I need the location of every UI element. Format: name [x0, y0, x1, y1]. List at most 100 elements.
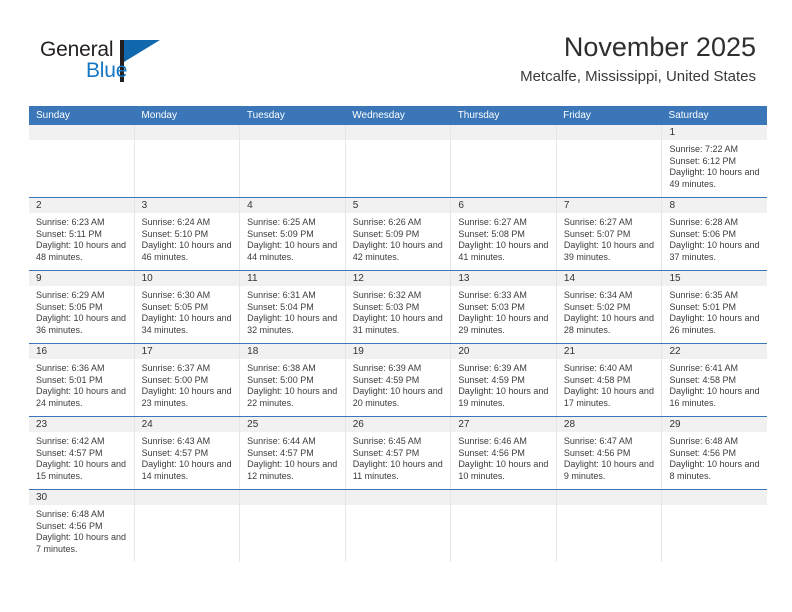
general-blue-logo[interactable]: General Blue [40, 38, 190, 90]
sun-info: Sunrise: 6:27 AM Sunset: 5:08 PM Daylight:… [451, 213, 556, 268]
daylight-text: Daylight: 10 hours and 41 minutes. [458, 240, 549, 262]
day-cell[interactable]: 27 Sunrise: 6:46 AM Sunset: 4:56 PM Dayligh… [451, 417, 557, 489]
day-cell-empty [240, 125, 346, 197]
page-title: November 2025 [563, 32, 756, 62]
daylight-text: Daylight: 10 hours and 7 minutes. [36, 532, 127, 554]
day-cell[interactable]: 16 Sunrise: 6:36 AM Sunset: 5:01 PM Dayligh… [29, 344, 135, 416]
sunset-text: Sunset: 5:01 PM [36, 374, 103, 385]
day-cell[interactable]: 22 Sunrise: 6:41 AM Sunset: 4:58 PM Dayligh… [662, 344, 768, 416]
sunset-text: Sunset: 5:00 PM [247, 374, 314, 385]
day-number: 12 [345, 271, 451, 286]
day-cell[interactable]: 1 Sunrise: 7:22 AM Sunset: 6:12 PM Daylight… [662, 125, 768, 197]
sunrise-text: Sunrise: 6:47 AM [563, 436, 633, 446]
day-cell[interactable]: 3 Sunrise: 6:24 AM Sunset: 5:10 PM Daylight… [134, 198, 241, 270]
day-number: 29 [662, 417, 768, 432]
sunrise-text: Sunrise: 6:31 AM [247, 290, 316, 300]
sunrise-text: Sunrise: 6:24 AM [141, 217, 211, 227]
day-cell-empty [345, 125, 452, 197]
day-cell[interactable]: 9 Sunrise: 6:29 AM Sunset: 5:05 PM Daylight… [29, 271, 135, 343]
daylight-text: Daylight: 10 hours and 16 minutes. [669, 386, 760, 408]
logo-triangle-icon [124, 40, 160, 62]
day-number: 19 [345, 344, 451, 359]
day-cell[interactable]: 4 Sunrise: 6:25 AM Sunset: 5:09 PM Daylight… [240, 198, 346, 270]
day-cell[interactable]: 17 Sunrise: 6:37 AM Sunset: 5:00 PM Dayligh… [134, 344, 241, 416]
day-cell[interactable]: 19 Sunrise: 6:39 AM Sunset: 4:59 PM Dayligh… [345, 344, 452, 416]
day-cell[interactable]: 23 Sunrise: 6:42 AM Sunset: 4:57 PM Dayligh… [29, 417, 135, 489]
day-cell[interactable]: 12 Sunrise: 6:32 AM Sunset: 5:03 PM Dayligh… [345, 271, 452, 343]
day-cell[interactable]: 24 Sunrise: 6:43 AM Sunset: 4:57 PM Dayligh… [134, 417, 241, 489]
day-number: 4 [240, 198, 345, 213]
daylight-text: Daylight: 10 hours and 36 minutes. [36, 313, 127, 335]
weekday-friday: Friday [563, 110, 591, 121]
day-cell[interactable]: 2 Sunrise: 6:23 AM Sunset: 5:11 PM Daylight… [29, 198, 135, 270]
daylight-text: Daylight: 10 hours and 44 minutes. [247, 240, 338, 262]
day-number: 5 [345, 198, 451, 213]
day-number [134, 125, 240, 140]
sunrise-text: Sunrise: 6:28 AM [669, 217, 739, 227]
day-cell[interactable]: 20 Sunrise: 6:39 AM Sunset: 4:59 PM Dayligh… [451, 344, 557, 416]
day-cell[interactable]: 28 Sunrise: 6:47 AM Sunset: 4:56 PM Dayligh… [556, 417, 663, 489]
week-row: 23 Sunrise: 6:42 AM Sunset: 4:57 PM Dayligh… [29, 417, 768, 490]
sun-info: Sunrise: 6:36 AM Sunset: 5:01 PM Daylight:… [29, 359, 134, 414]
daylight-text: Daylight: 10 hours and 8 minutes. [669, 459, 760, 481]
sun-info: Sunrise: 6:25 AM Sunset: 5:09 PM Daylight:… [240, 213, 345, 268]
daylight-text: Daylight: 10 hours and 49 minutes. [669, 167, 760, 189]
day-cell[interactable]: 18 Sunrise: 6:38 AM Sunset: 5:00 PM Dayligh… [240, 344, 346, 416]
day-cell[interactable]: 13 Sunrise: 6:33 AM Sunset: 5:03 PM Dayligh… [451, 271, 557, 343]
daylight-text: Daylight: 10 hours and 11 minutes. [352, 459, 443, 481]
sunrise-text: Sunrise: 6:43 AM [141, 436, 211, 446]
week-row: 9 Sunrise: 6:29 AM Sunset: 5:05 PM Daylight… [29, 271, 768, 344]
sunrise-text: Sunrise: 6:23 AM [36, 217, 105, 227]
day-cell[interactable]: 15 Sunrise: 6:35 AM Sunset: 5:01 PM Dayligh… [662, 271, 768, 343]
day-cell-empty [451, 490, 557, 562]
daylight-text: Daylight: 10 hours and 32 minutes. [247, 313, 338, 335]
day-cell[interactable]: 5 Sunrise: 6:26 AM Sunset: 5:09 PM Daylight… [345, 198, 452, 270]
daylight-text: Daylight: 10 hours and 26 minutes. [669, 313, 760, 335]
day-number: 1 [662, 125, 768, 140]
day-cell[interactable]: 11 Sunrise: 6:31 AM Sunset: 5:04 PM Dayligh… [240, 271, 346, 343]
day-number: 27 [451, 417, 556, 432]
day-number: 8 [662, 198, 768, 213]
sunset-text: Sunset: 4:56 PM [36, 520, 103, 531]
sun-info: Sunrise: 6:48 AM Sunset: 4:56 PM Daylight:… [29, 505, 134, 560]
weekday-saturday: Saturday [668, 110, 709, 121]
day-cell[interactable]: 26 Sunrise: 6:45 AM Sunset: 4:57 PM Dayligh… [345, 417, 452, 489]
day-number: 18 [240, 344, 345, 359]
daylight-text: Daylight: 10 hours and 17 minutes. [563, 386, 654, 408]
sunrise-text: Sunrise: 6:39 AM [352, 363, 422, 373]
day-number: 7 [556, 198, 662, 213]
sunrise-text: Sunrise: 6:41 AM [669, 363, 739, 373]
day-number: 17 [134, 344, 240, 359]
day-number: 25 [240, 417, 345, 432]
day-cell[interactable]: 14 Sunrise: 6:34 AM Sunset: 5:02 PM Dayligh… [556, 271, 663, 343]
day-cell[interactable]: 10 Sunrise: 6:30 AM Sunset: 5:05 PM Dayligh… [134, 271, 241, 343]
day-cell[interactable]: 6 Sunrise: 6:27 AM Sunset: 5:08 PM Daylight… [451, 198, 557, 270]
sunset-text: Sunset: 5:07 PM [563, 228, 631, 239]
day-cell[interactable]: 29 Sunrise: 6:48 AM Sunset: 4:56 PM Dayligh… [662, 417, 768, 489]
title-block: November 2025 Metcalfe, Mississippi, Uni… [520, 30, 756, 88]
day-number [134, 490, 240, 505]
weekday-tuesday: Tuesday [246, 110, 285, 121]
sunrise-text: Sunrise: 6:42 AM [36, 436, 105, 446]
sunset-text: Sunset: 4:58 PM [563, 374, 631, 385]
day-cell[interactable]: 30 Sunrise: 6:48 AM Sunset: 4:56 PM Dayligh… [29, 490, 135, 562]
sun-info: Sunrise: 6:45 AM Sunset: 4:57 PM Daylight:… [346, 432, 451, 487]
day-cell[interactable]: 8 Sunrise: 6:28 AM Sunset: 5:06 PM Daylight… [662, 198, 768, 270]
day-cell[interactable]: 25 Sunrise: 6:44 AM Sunset: 4:57 PM Dayligh… [240, 417, 346, 489]
day-cell[interactable]: 21 Sunrise: 6:40 AM Sunset: 4:58 PM Dayligh… [556, 344, 663, 416]
sun-info: Sunrise: 6:26 AM Sunset: 5:09 PM Daylight:… [346, 213, 451, 268]
page-header: General Blue November 2025 Metcalfe, Mis… [0, 0, 792, 100]
daylight-text: Daylight: 10 hours and 28 minutes. [563, 313, 654, 335]
daylight-text: Daylight: 10 hours and 24 minutes. [36, 386, 127, 408]
sunrise-text: Sunrise: 6:35 AM [669, 290, 739, 300]
day-number [451, 125, 556, 140]
day-cell[interactable]: 7 Sunrise: 6:27 AM Sunset: 5:07 PM Daylight… [556, 198, 663, 270]
day-number [240, 125, 345, 140]
day-number: 23 [29, 417, 134, 432]
week-row: 1 Sunrise: 7:22 AM Sunset: 6:12 PM Daylight… [29, 125, 768, 198]
day-number: 22 [662, 344, 768, 359]
day-number [29, 125, 134, 140]
sunset-text: Sunset: 4:56 PM [563, 447, 631, 458]
day-number: 16 [29, 344, 134, 359]
daylight-text: Daylight: 10 hours and 29 minutes. [458, 313, 549, 335]
